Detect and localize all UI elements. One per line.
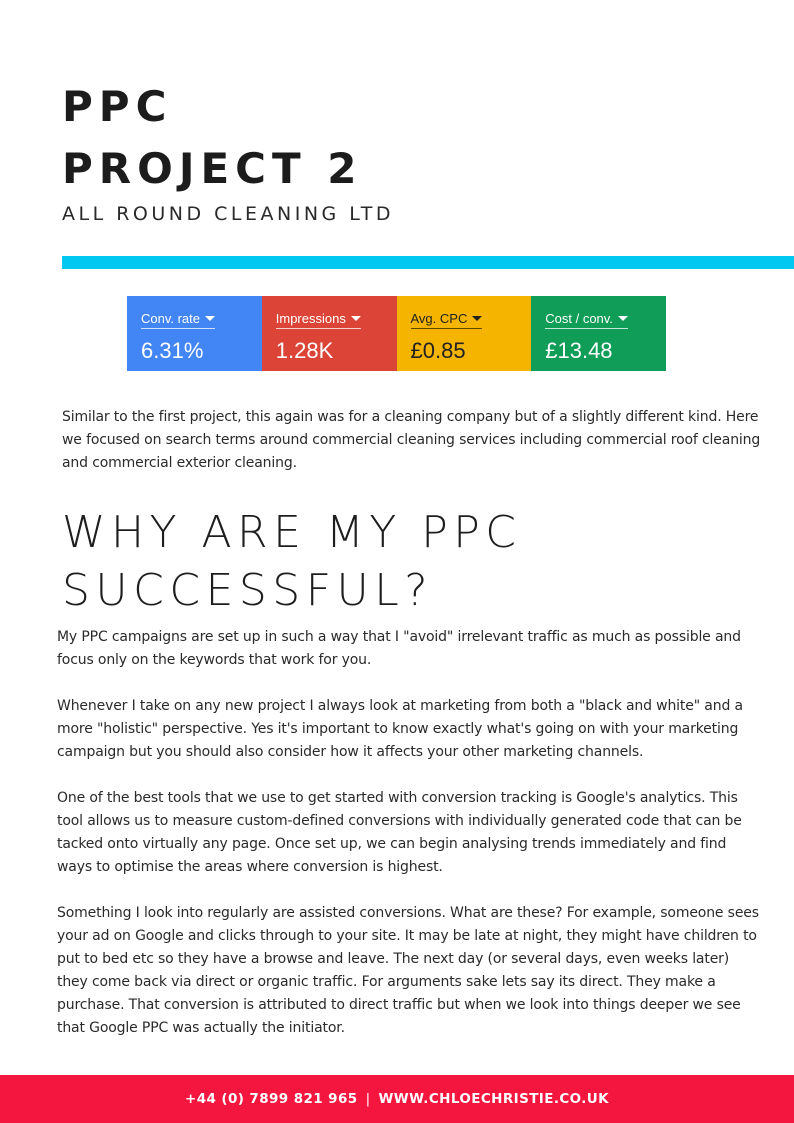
metric-cost-per-conv: Cost / conv. £13.48 (531, 296, 666, 371)
metric-conv-rate: Conv. rate 6.31% (127, 296, 262, 371)
metric-label: Cost / conv. (545, 311, 613, 326)
company-subtitle: ALL ROUND CLEANING LTD (62, 203, 395, 225)
metric-label: Impressions (275, 311, 346, 326)
metric-impressions: Impressions 1.28K (261, 296, 397, 371)
metric-value: 1.28K (275, 338, 334, 363)
section-heading: WHY ARE MY PPC SUCCESSFUL? (62, 507, 522, 616)
footer-phone: +44 (0) 7899 821 965 (184, 1091, 358, 1107)
metric-value: £0.85 (410, 338, 466, 363)
body-paragraph: My PPC campaigns are set up in such a wa… (57, 629, 741, 668)
intro-paragraph: Similar to the first project, this again… (62, 409, 761, 471)
metrics-scorecard: Conv. rate 6.31% Impressions 1.28K Avg. … (127, 296, 666, 371)
dropdown-caret-icon (617, 316, 628, 321)
metric-label: Avg. CPC (410, 311, 468, 326)
footer-website-link[interactable]: WWW.CHLOECHRISTIE.CO.UK (379, 1091, 610, 1107)
metric-avg-cpc: Avg. CPC £0.85 (396, 296, 532, 371)
accent-divider (62, 256, 794, 269)
dropdown-caret-icon (350, 316, 361, 321)
dropdown-caret-icon (205, 316, 216, 321)
footer-separator: | (365, 1091, 371, 1107)
footer-bar: +44 (0) 7899 821 965 | WWW.CHLOECHRISTIE… (0, 1075, 794, 1123)
body-paragraph: One of the best tools that we use to get… (57, 790, 742, 875)
page-title-line-1: PPC (62, 82, 173, 131)
dropdown-caret-icon (472, 316, 483, 321)
body-paragraph: Something I look into regularly are assi… (57, 905, 759, 1036)
metric-label: Conv. rate (141, 311, 201, 326)
page-title-line-2: PROJECT 2 (62, 144, 363, 193)
body-text: My PPC campaigns are set up in such a wa… (57, 626, 762, 1063)
metric-value: £13.48 (545, 338, 613, 363)
body-paragraph: Whenever I take on any new project I alw… (57, 698, 743, 760)
metric-value: 6.31% (141, 338, 204, 363)
